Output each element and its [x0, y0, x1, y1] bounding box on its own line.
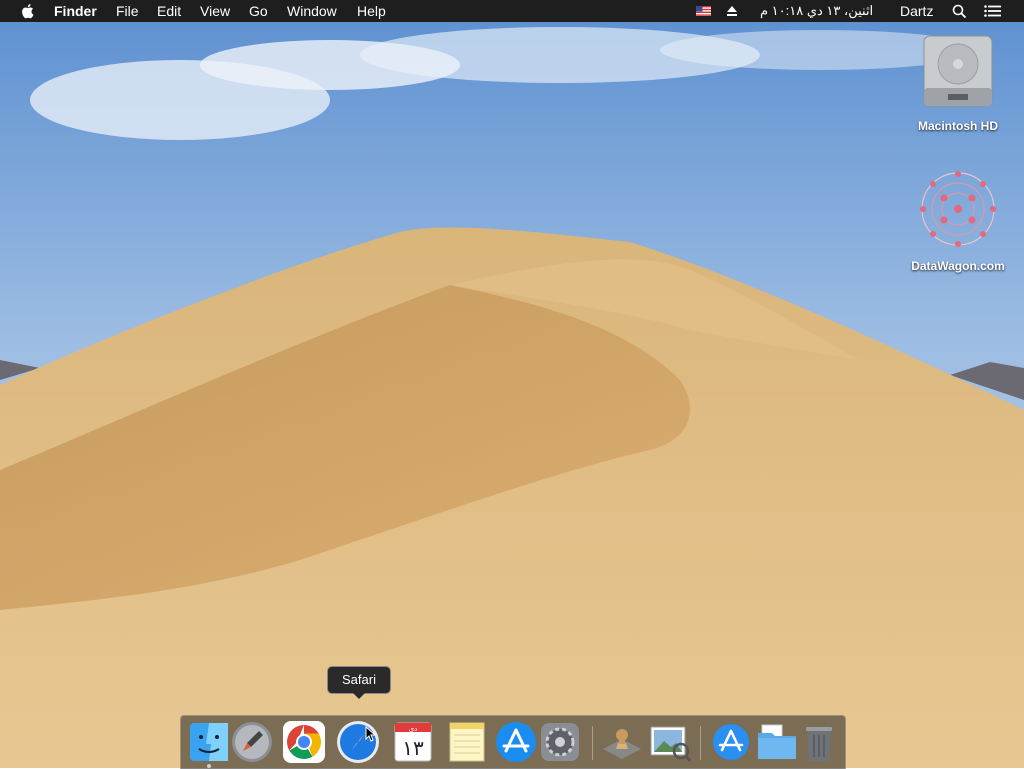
spotlight-search-icon[interactable]	[952, 4, 967, 19]
finder-icon[interactable]	[186, 719, 232, 765]
calendar-month: دي	[409, 725, 418, 733]
menu-edit[interactable]: Edit	[157, 0, 181, 22]
desktop-icon-macintosh-hd[interactable]: Macintosh HD	[898, 30, 1018, 133]
dock-separator	[700, 726, 701, 760]
notes-icon[interactable]	[444, 719, 490, 765]
chess-icon[interactable]	[599, 719, 645, 765]
trash-icon[interactable]	[796, 719, 842, 765]
notification-center-icon[interactable]	[984, 5, 1001, 17]
eject-icon[interactable]	[726, 5, 738, 17]
hard-drive-icon	[923, 35, 993, 107]
app-store-icon[interactable]	[493, 719, 539, 765]
clock[interactable]: اثنين، ۱۳ دي ۱۰:۱۸ م	[760, 0, 885, 22]
datawagon-icon	[920, 171, 996, 247]
user-name[interactable]: Dartz	[900, 0, 933, 22]
applications-folder-icon[interactable]	[708, 719, 754, 765]
desktop-icon-label: Macintosh HD	[917, 119, 998, 133]
system-preferences-icon[interactable]	[537, 719, 583, 765]
mouse-cursor-icon	[365, 726, 376, 742]
dock-tooltip: Safari	[327, 666, 391, 694]
chrome-icon[interactable]	[281, 719, 327, 765]
menu-bar: Finder File Edit View Go Window Help اثن…	[0, 0, 1024, 22]
documents-folder-icon[interactable]	[754, 719, 800, 765]
launchpad-icon[interactable]	[229, 719, 275, 765]
dock: دي ۱۳	[180, 715, 846, 769]
calendar-icon[interactable]: دي ۱۳	[390, 719, 436, 765]
apple-icon[interactable]	[20, 3, 34, 19]
us-flag-icon[interactable]	[696, 6, 711, 16]
desktop-icon-label: DataWagon.com	[911, 259, 1005, 273]
desktop-wallpaper	[0, 0, 1024, 768]
dock-separator	[592, 726, 593, 760]
menu-go[interactable]: Go	[249, 0, 268, 22]
preview-icon[interactable]	[647, 719, 693, 765]
menu-window[interactable]: Window	[287, 0, 337, 22]
calendar-day: ۱۳	[402, 736, 424, 760]
desktop-icon-datawagon[interactable]: DataWagon.com	[898, 168, 1018, 273]
menu-view[interactable]: View	[200, 0, 230, 22]
dock-tooltip-arrow	[352, 692, 366, 699]
menu-help[interactable]: Help	[357, 0, 386, 22]
finder-running-indicator	[207, 764, 211, 768]
menu-file[interactable]: File	[116, 0, 139, 22]
menu-app-name[interactable]: Finder	[54, 0, 97, 22]
